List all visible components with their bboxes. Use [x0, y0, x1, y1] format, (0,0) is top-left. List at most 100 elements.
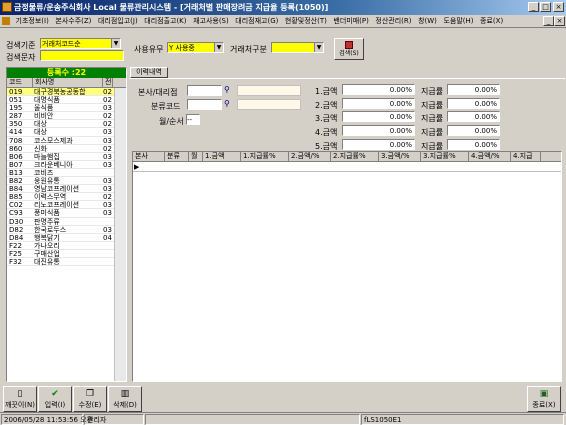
- list-scrollbar[interactable]: [114, 88, 126, 381]
- list-row[interactable]: 708 코스모스제과 03: [7, 137, 126, 145]
- amount-input[interactable]: 0.00%: [342, 111, 415, 122]
- menu-basic-info[interactable]: 기초정보(I): [14, 15, 51, 28]
- list-row[interactable]: D30 판명주류: [7, 218, 126, 226]
- list-row[interactable]: F32 대진유통: [7, 258, 126, 267]
- list-row[interactable]: F22 가나오리: [7, 242, 126, 250]
- list-row[interactable]: B84 영남코프레이션 03: [7, 185, 126, 194]
- menu-hq-orders[interactable]: 본사수주(Z): [53, 15, 93, 28]
- header-name[interactable]: 회사명: [33, 78, 103, 87]
- amount-input[interactable]: 0.00%: [342, 98, 415, 109]
- list-header: 코드 회사명 전: [7, 78, 126, 88]
- grid-header-cell[interactable]: 3.금액/%: [379, 152, 421, 161]
- rate-input[interactable]: 0.00%: [447, 125, 500, 136]
- rate-input[interactable]: 0.00%: [447, 84, 500, 95]
- search-button[interactable]: 검색(S): [334, 38, 364, 60]
- amount-input[interactable]: 0.00%: [342, 84, 415, 95]
- list-row[interactable]: B85 이력스무역 02: [7, 193, 126, 202]
- rate-input[interactable]: 0.00%: [447, 139, 500, 150]
- list-row[interactable]: B82 웅원유통 03: [7, 177, 126, 186]
- chevron-down-icon[interactable]: ▼: [111, 39, 120, 48]
- month-input[interactable]: --: [186, 114, 200, 125]
- status-empty: [145, 414, 360, 425]
- grid-header-cell[interactable]: 월: [189, 152, 203, 161]
- header-code[interactable]: 코드: [7, 78, 33, 87]
- grid-header-cell[interactable]: 분류: [165, 152, 189, 161]
- menu-branch-in[interactable]: 대리점입고(J): [96, 15, 140, 28]
- edit-button[interactable]: ❐ 수정(E): [73, 386, 107, 412]
- month-label: 월/순서: [159, 117, 184, 126]
- list-cell-extra: 03: [103, 201, 112, 209]
- menu-settlement[interactable]: 정산관리(R): [373, 15, 413, 28]
- grid-header-cell[interactable]: 4.금액/%: [469, 152, 511, 161]
- grid-header-cell[interactable]: 3.지급률%: [421, 152, 469, 161]
- grid-header-cell[interactable]: 1.지급률%: [241, 152, 289, 161]
- grid-row[interactable]: ▶: [133, 162, 561, 172]
- list-row[interactable]: 287 비비안 02: [7, 112, 126, 121]
- binoculars-icon[interactable]: ⚲: [224, 85, 234, 95]
- chevron-down-icon[interactable]: ▼: [214, 43, 223, 52]
- list-cell-extra: 03: [103, 128, 112, 136]
- binoculars-icon[interactable]: ⚲: [224, 99, 234, 109]
- minimize-button[interactable]: _: [528, 2, 539, 12]
- list-cell-extra: 02: [103, 96, 112, 104]
- menu-help[interactable]: 도움말(H): [441, 15, 475, 28]
- list-cell-code: D84: [9, 233, 24, 242]
- use-select[interactable]: Y 사용중 ▼: [167, 42, 224, 53]
- keyword-input[interactable]: [40, 50, 124, 61]
- document-icon[interactable]: [2, 17, 10, 25]
- mdi-close-button[interactable]: ×: [554, 16, 565, 26]
- list-row[interactable]: F25 구매산업: [7, 250, 126, 258]
- list-row[interactable]: 019 대구경북농공동합 02: [7, 88, 126, 97]
- exit-button[interactable]: ▣ 종료(X): [527, 386, 561, 412]
- list-row[interactable]: 051 대명식품 02: [7, 96, 126, 105]
- list-cell-code: 414: [9, 128, 23, 137]
- rate-input[interactable]: 0.00%: [447, 98, 500, 109]
- menu-branch-stock[interactable]: 대리점재고(G): [233, 15, 280, 28]
- list-row[interactable]: 414 대상 03: [7, 128, 126, 137]
- list-row[interactable]: 860 신화 02: [7, 145, 126, 153]
- tab-history[interactable]: 이력내역: [130, 67, 168, 78]
- list-cell-extra: 03: [103, 152, 112, 160]
- amount-input[interactable]: 0.00%: [342, 125, 415, 136]
- close-button[interactable]: ×: [553, 2, 564, 12]
- category-code-input[interactable]: [187, 99, 222, 110]
- list-row[interactable]: B13 코비즈: [7, 169, 126, 178]
- grid-header-cell[interactable]: 본사: [133, 152, 165, 161]
- list-cell-extra: 02: [103, 112, 112, 120]
- clear-button[interactable]: ▯ 깨끗이(N): [3, 386, 37, 412]
- grid-header-cell[interactable]: 2.금액/%: [289, 152, 331, 161]
- amount-input[interactable]: 0.00%: [342, 139, 415, 150]
- grid-header-cell[interactable]: 2.지급률%: [331, 152, 379, 161]
- list-cell-name: 대상: [34, 128, 47, 136]
- tab-divider: [129, 78, 565, 79]
- list-row[interactable]: D82 한국로두스 03: [7, 226, 126, 234]
- grid-header-cell[interactable]: 1.금액: [203, 152, 241, 161]
- mdi-minimize-button[interactable]: _: [543, 16, 554, 26]
- list-row[interactable]: D84 행복닭기 04: [7, 234, 126, 242]
- menu-branch-out[interactable]: 대리점출고(K): [142, 15, 188, 28]
- list-row[interactable]: C93 풍미식품 03: [7, 209, 126, 218]
- maximize-button[interactable]: □: [540, 2, 551, 12]
- menu-window[interactable]: 창(W): [416, 15, 439, 28]
- menu-exit[interactable]: 종료(X): [478, 15, 505, 28]
- list-row[interactable]: B07 크라운베니아 03: [7, 161, 126, 169]
- criteria-select[interactable]: 거래처코드순 ▼: [40, 38, 121, 49]
- chevron-down-icon[interactable]: ▼: [314, 43, 323, 52]
- header-extra[interactable]: 전: [103, 78, 113, 87]
- grid-header-cell[interactable]: 4.지급: [511, 152, 541, 161]
- list-row[interactable]: 195 울식품 03: [7, 104, 126, 113]
- list-cell-code: B82: [9, 177, 23, 186]
- list-row[interactable]: B06 마늘햄집 03: [7, 153, 126, 161]
- delete-button[interactable]: ▥ 삭제(D): [108, 386, 142, 412]
- input-button[interactable]: ✔ 입력(I): [38, 386, 72, 412]
- list-row[interactable]: C02 리노코프레이션 03: [7, 201, 126, 210]
- branch-code-input[interactable]: [187, 85, 222, 96]
- menu-status[interactable]: 현황및정산(T): [283, 15, 329, 28]
- use-value: Y 사용중: [169, 44, 195, 52]
- rate-input[interactable]: 0.00%: [447, 111, 500, 122]
- menu-vendor[interactable]: 밴더미매(P): [331, 15, 370, 28]
- menu-stock-use[interactable]: 재고사용(S): [191, 15, 231, 28]
- list-row[interactable]: 350 대상 02: [7, 120, 126, 129]
- type-select[interactable]: ▼: [271, 42, 324, 53]
- branch-label: 본사/대리점: [138, 88, 178, 97]
